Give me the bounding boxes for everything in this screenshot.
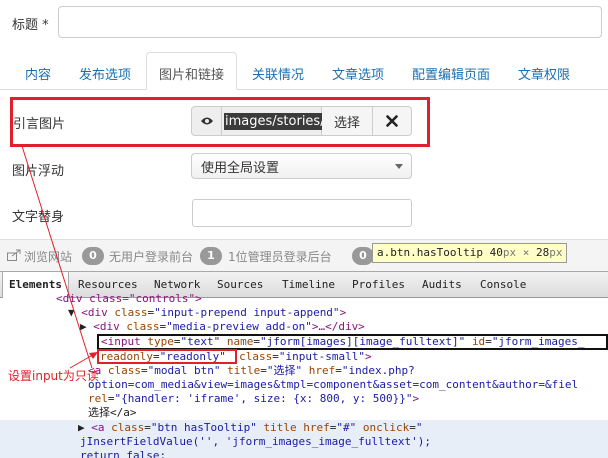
annotation-arrow [21, 145, 99, 369]
